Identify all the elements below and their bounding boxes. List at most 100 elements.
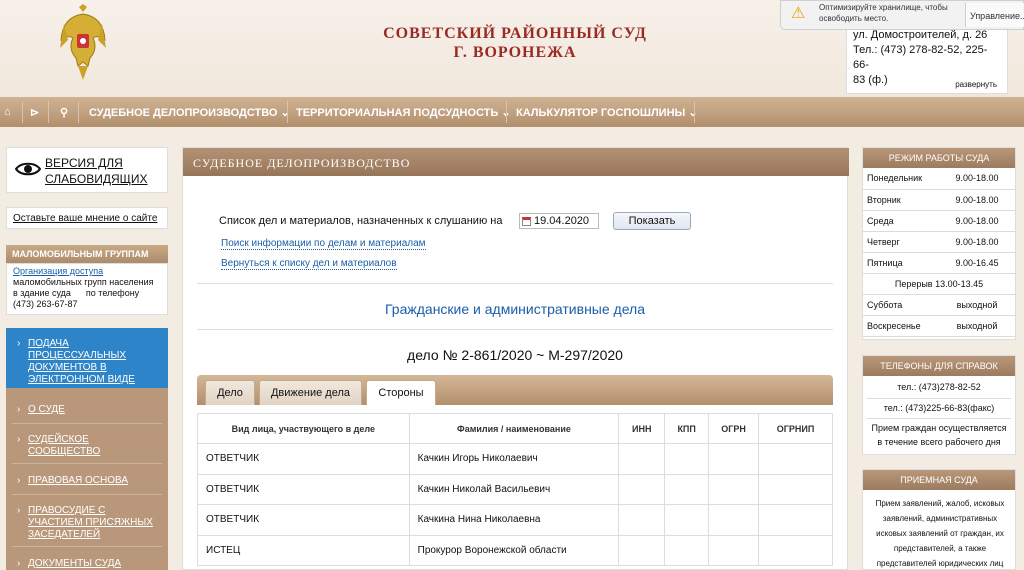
hours-table: Понедельник 9.00-18.00 Вторник 9.00-18.00 …	[863, 168, 1015, 337]
party-name: Качкина Нина Николаевна	[408, 504, 620, 536]
party-role: ОТВЕТЧИК	[197, 504, 410, 536]
party-name: Качкин Игорь Николаевич	[408, 443, 620, 475]
hours-row: Воскресенье выходной	[863, 315, 1015, 337]
hours-row: Вторник 9.00-18.00	[863, 189, 1015, 211]
reception-title: ПРИЕМНАЯ СУДА	[863, 470, 1015, 490]
fax-number: тел.: (473)225-66-83(факс)	[883, 403, 995, 413]
day-label: Пятница	[863, 252, 939, 274]
site-header: СОВЕТСКИЙ РАЙОННЫЙ СУД Г. ВОРОНЕЖА ул. Д…	[0, 0, 1024, 97]
nav-divider	[506, 101, 507, 123]
day-label: Четверг	[863, 231, 939, 253]
sidebar-item-court-documents[interactable]: › ДОКУМЕНТЫ СУДА	[6, 551, 168, 570]
tab-case-movement[interactable]: Движение дела	[259, 380, 362, 405]
sidebar-item-electronic-filing[interactable]: › ПОДАЧА ПРОЦЕССУАЛЬНЫХ ДОКУМЕНТОВ В ЭЛЕ…	[6, 328, 168, 388]
search-cases-link[interactable]: Поиск информации по делам и материалам	[221, 238, 426, 250]
hearing-search-form: Список дел и материалов, назначенных к с…	[197, 196, 833, 284]
kpp-cell	[664, 534, 710, 566]
sidebar-item-jury-trials[interactable]: › ПРАВОСУДИЕ С УЧАСТИЕМ ПРИСЯЖНЫХ ЗАСЕДА…	[6, 499, 168, 543]
main-nav: ⌂ ⊳ ⚲ СУДЕБНОЕ ДЕЛОПРОИЗВОДСТВО ⌄ ТЕРРИТ…	[0, 97, 1024, 127]
menu-label: ЗАСЕДАТЕЛЕЙ	[28, 529, 101, 540]
kpp-cell	[664, 504, 710, 536]
sitemap-icon[interactable]: ⊳	[30, 97, 39, 127]
nav-item-jurisdiction[interactable]: ТЕРРИТОРИАЛЬНАЯ ПОДСУДНОСТЬ ⌄	[296, 97, 511, 127]
chevron-right-icon: ›	[17, 505, 21, 516]
menu-divider	[12, 423, 162, 424]
column-header: ОГРНИП	[758, 413, 833, 444]
storage-notification[interactable]: ⚠ Оптимизируйте хранилище, чтобы освобод…	[780, 0, 1024, 30]
hours-row: Среда 9.00-18.00	[863, 210, 1015, 232]
phone-number: тел.: (473)278-82-52	[897, 382, 981, 392]
chevron-right-icon: ›	[17, 434, 21, 445]
tab-parties[interactable]: Стороны	[366, 380, 436, 405]
sidebar-item-about-court[interactable]: › О СУДЕ	[6, 396, 168, 420]
time-value: 9.00-18.00	[939, 210, 1015, 232]
sidebar-item-judicial-community[interactable]: › СУДЕЙСКОЕ СООБЩЕСТВО	[6, 428, 168, 460]
hours-row: Пятница 9.00-16.45	[863, 252, 1015, 274]
table-row: ОТВЕТЧИК Качкина Нина Николаевна	[197, 504, 833, 536]
court-hours-title: РЕЖИМ РАБОТЫ СУДА	[863, 148, 1015, 168]
day-label: Среда	[863, 210, 939, 232]
column-header: КПП	[664, 413, 710, 444]
party-name: Прокурор Воронежской области	[408, 534, 620, 566]
coat-of-arms-icon	[58, 4, 108, 84]
back-to-list-link[interactable]: Вернуться к списку дел и материалов	[221, 258, 397, 270]
phone-line: Тел.: (473) 278-82-52, 225-66-	[853, 44, 988, 71]
party-role: ИСТЕЦ	[197, 534, 410, 566]
inn-cell	[618, 534, 666, 566]
kpp-cell	[664, 473, 710, 505]
feedback-link[interactable]: Оставьте ваше мнение о сайте	[6, 207, 168, 229]
menu-divider	[12, 546, 162, 547]
tab-case[interactable]: Дело	[205, 380, 255, 405]
chevron-right-icon: ›	[17, 404, 21, 415]
table-row: ОТВЕТЧИК Качкин Николай Васильевич	[197, 473, 833, 505]
hearing-list-label: Список дел и материалов, назначенных к с…	[219, 215, 503, 227]
date-field[interactable]: 19.04.2020	[519, 213, 599, 229]
party-name: Качкин Николай Васильевич	[408, 473, 620, 505]
expand-link[interactable]: развернуть	[955, 80, 997, 89]
low-vision-version-button[interactable]: ВЕРСИЯ ДЛЯ СЛАБОВИДЯЩИХ	[6, 147, 168, 193]
nav-item-court-proceedings[interactable]: СУДЕБНОЕ ДЕЛОПРОИЗВОДСТВО ⌄	[89, 97, 290, 127]
day-label: Понедельник	[863, 168, 939, 190]
nav-item-fee-calculator[interactable]: КАЛЬКУЛЯТОР ГОСПОШЛИНЫ ⌄	[516, 97, 698, 127]
sidebar-item-legal-basis[interactable]: › ПРАВОВАЯ ОСНОВА	[6, 468, 168, 494]
court-hours-box: РЕЖИМ РАБОТЫ СУДА Понедельник 9.00-18.00 …	[862, 147, 1016, 340]
access-organization-link[interactable]: Организация доступа	[13, 266, 163, 277]
menu-label: УЧАСТИЕМ ПРИСЯЖНЫХ	[28, 517, 153, 528]
ogrnip-cell	[758, 504, 833, 536]
search-icon[interactable]: ⚲	[60, 97, 68, 127]
day-label: Суббота	[863, 294, 939, 316]
ogrnip-cell	[758, 443, 833, 475]
menu-divider	[12, 463, 162, 464]
menu-label: ПРОЦЕССУАЛЬНЫХ	[28, 350, 127, 361]
time-value: 9.00-18.00	[939, 231, 1015, 253]
eye-icon	[15, 162, 41, 176]
show-button[interactable]: Показать	[613, 212, 691, 230]
hours-row: Понедельник 9.00-18.00	[863, 168, 1015, 190]
case-tabs: Дело Движение дела Стороны	[197, 375, 833, 405]
day-label: Вторник	[863, 189, 939, 211]
nav-divider	[78, 101, 79, 123]
home-icon[interactable]: ⌂	[4, 97, 11, 127]
menu-label: ПРАВОСУДИЕ С	[28, 505, 106, 516]
column-header: ИНН	[618, 413, 666, 444]
sidebar-menu: › ПОДАЧА ПРОЦЕССУАЛЬНЫХ ДОКУМЕНТОВ В ЭЛЕ…	[6, 328, 168, 570]
notification-text: Оптимизируйте хранилище, чтобы освободит…	[819, 3, 948, 23]
menu-label: ДОКУМЕНТОВ В	[28, 362, 107, 373]
column-header: ОГРН	[708, 413, 760, 444]
divider	[867, 418, 1011, 419]
mobility-text-2: в здание суда по телефону	[13, 288, 140, 298]
court-title: СОВЕТСКИЙ РАЙОННЫЙ СУД Г. ВОРОНЕЖА	[383, 25, 647, 61]
kpp-cell	[664, 443, 710, 475]
reception-box: ПРИЕМНАЯ СУДА Прием заявлений, жалоб, ис…	[862, 469, 1016, 570]
menu-label: СУДЕЙСКОЕ	[28, 434, 89, 445]
reception-text: Прием заявлений, жалоб, исковых заявлени…	[875, 499, 1005, 568]
inn-cell	[618, 473, 666, 505]
chevron-right-icon: ›	[17, 475, 21, 486]
phones-note-2: в течение всего рабочего дня	[877, 437, 1001, 447]
party-role: ОТВЕТЧИК	[197, 443, 410, 475]
warning-icon: ⚠	[791, 5, 806, 22]
manage-button[interactable]: Управление...	[965, 3, 1024, 27]
time-value: 9.00-18.00	[939, 189, 1015, 211]
low-vision-label: ВЕРСИЯ ДЛЯ	[45, 156, 123, 170]
table-row: ИСТЕЦ Прокурор Воронежской области	[197, 534, 833, 566]
